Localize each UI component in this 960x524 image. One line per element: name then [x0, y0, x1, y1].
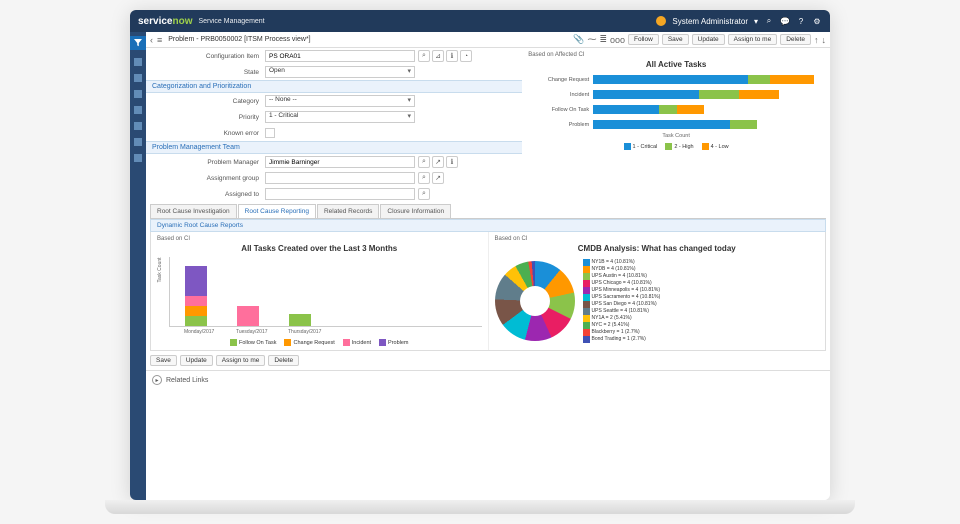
nav-icon-4[interactable] [134, 106, 142, 114]
menu-icon[interactable]: ≡ [157, 35, 162, 45]
report-tasks-3months: Based on CI All Tasks Created over the L… [151, 232, 489, 350]
tasks-3months-chart: Task Count [169, 257, 482, 327]
back-icon[interactable]: ‹ [150, 35, 153, 45]
search-icon[interactable]: ⌕ [764, 16, 774, 26]
config-item-label: Configuration Item [150, 53, 265, 60]
update-button[interactable]: Update [692, 34, 725, 45]
info-icon[interactable]: ℹ [446, 50, 458, 62]
delete-button-bottom[interactable]: Delete [268, 355, 299, 366]
at-label: Assigned to [150, 191, 265, 198]
follow-button[interactable]: Follow [628, 34, 659, 45]
laptop-base [105, 500, 855, 514]
list-icon[interactable]: ≣ [599, 34, 607, 45]
tabs: Root Cause Investigation Root Cause Repo… [150, 204, 826, 219]
user-dropdown-icon[interactable]: ▾ [754, 17, 758, 26]
avatar[interactable] [656, 16, 666, 26]
app-window: servicenow Service Management System Adm… [130, 10, 830, 500]
nav-icon-7[interactable] [134, 154, 142, 162]
logo: servicenow [138, 16, 192, 27]
lookup-icon[interactable]: ⌕ [418, 156, 430, 168]
settings-icon[interactable]: ⚙ [812, 16, 822, 26]
content-area: ‹ ≡ Problem - PRB0050002 [ITSM Process v… [146, 32, 830, 500]
help-icon[interactable]: ? [796, 16, 806, 26]
more-icon[interactable]: ooo [610, 35, 625, 45]
logo-subtitle: Service Management [198, 18, 264, 25]
update-button-bottom[interactable]: Update [180, 355, 213, 366]
chart1-based: Based on Affected CI [528, 52, 824, 58]
at-input[interactable] [265, 188, 415, 200]
open-icon[interactable]: ↗ [432, 172, 444, 184]
up-icon[interactable]: ↑ [814, 35, 819, 45]
page-title: Problem - PRB0050002 [ITSM Process view*… [168, 36, 310, 43]
tab-reporting[interactable]: Root Cause Reporting [238, 204, 316, 218]
user-name[interactable]: System Administrator [672, 17, 748, 26]
state-select[interactable]: Open [265, 66, 415, 78]
chart3-title: CMDB Analysis: What has changed today [495, 244, 820, 253]
tab-related[interactable]: Related Records [317, 204, 379, 218]
nav-icon-6[interactable] [134, 138, 142, 146]
ag-label: Assignment group [150, 175, 265, 182]
down-icon[interactable]: ↓ [822, 35, 827, 45]
known-error-checkbox[interactable] [265, 128, 275, 138]
cmdb-donut-chart [495, 261, 575, 341]
chart2-legend: Follow On Task Change Request Incident P… [157, 339, 482, 346]
report-cmdb: Based on CI CMDB Analysis: What has chan… [489, 232, 826, 350]
known-error-label: Known error [150, 130, 265, 137]
activity-icon[interactable]: ⁓ [587, 34, 596, 45]
assign-button[interactable]: Assign to me [728, 34, 778, 45]
chart1-axis: Task Count [528, 133, 824, 139]
section-team: Problem Management Team [146, 141, 522, 154]
nav-icon-2[interactable] [134, 74, 142, 82]
top-bar: servicenow Service Management System Adm… [130, 10, 830, 32]
chart1-title: All Active Tasks [528, 60, 824, 69]
panel-header: Dynamic Root Cause Reports [150, 219, 826, 232]
preview-icon[interactable]: ◔ [460, 50, 472, 62]
breadcrumb-bar: ‹ ≡ Problem - PRB0050002 [ITSM Process v… [146, 32, 830, 48]
expand-icon[interactable]: ▸ [152, 375, 162, 385]
info-icon[interactable]: ℹ [446, 156, 458, 168]
save-button-bottom[interactable]: Save [150, 355, 177, 366]
open-icon[interactable]: ↗ [432, 156, 444, 168]
category-label: Category [150, 98, 265, 105]
tab-closure[interactable]: Closure Information [380, 204, 451, 218]
left-nav [130, 32, 146, 500]
related-links[interactable]: ▸ Related Links [146, 370, 830, 389]
delete-button[interactable]: Delete [780, 34, 811, 45]
active-tasks-chart: Change Request Incident Follow On Task P… [528, 73, 824, 131]
nav-icon-3[interactable] [134, 90, 142, 98]
chart1-legend: 1 - Critical 2 - High 4 - Low [528, 143, 824, 150]
assign-button-bottom[interactable]: Assign to me [216, 355, 266, 366]
save-button[interactable]: Save [662, 34, 689, 45]
ag-input[interactable] [265, 172, 415, 184]
chart3-legend: NY1B = 4 (10.81%)NYDB = 4 (10.81%)UPS Au… [583, 259, 661, 343]
state-label: State [150, 69, 265, 76]
bottom-buttons: Save Update Assign to me Delete [146, 351, 830, 370]
nav-icon-1[interactable] [134, 58, 142, 66]
priority-label: Priority [150, 114, 265, 121]
lookup-icon[interactable]: ⌕ [418, 172, 430, 184]
category-select[interactable]: -- None -- [265, 95, 415, 107]
pm-input[interactable] [265, 156, 415, 168]
pm-label: Problem Manager [150, 159, 265, 166]
filter-icon[interactable] [130, 36, 146, 50]
section-categorization: Categorization and Prioritization [146, 80, 522, 93]
nav-icon-5[interactable] [134, 122, 142, 130]
tree-icon[interactable]: ⊿ [432, 50, 444, 62]
priority-select[interactable]: 1 - Critical [265, 111, 415, 123]
tab-investigation[interactable]: Root Cause Investigation [150, 204, 237, 218]
lookup-icon[interactable]: ⌕ [418, 188, 430, 200]
chart2-title: All Tasks Created over the Last 3 Months [157, 244, 482, 253]
config-item-input[interactable] [265, 50, 415, 62]
attachment-icon[interactable]: 📎 [573, 34, 584, 45]
chat-icon[interactable]: 💬 [780, 16, 790, 26]
lookup-icon[interactable]: ⌕ [418, 50, 430, 62]
